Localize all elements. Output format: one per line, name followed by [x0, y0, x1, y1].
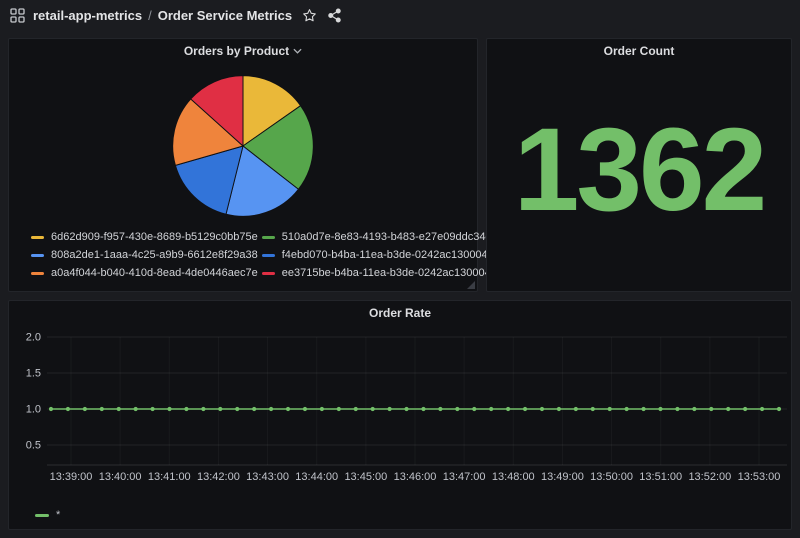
legend-color-marker: [262, 236, 275, 239]
apps-grid-icon[interactable]: [10, 8, 25, 23]
svg-text:13:45:00: 13:45:00: [344, 471, 387, 483]
legend-label: 510a0d7e-8e83-4193-b483-e27e09ddc34d: [282, 231, 492, 243]
panel-orders-by-product: Orders by Product 6d62d909-f957-430e-868…: [8, 38, 478, 292]
legend-item[interactable]: ee3715be-b4ba-11ea-b3de-0242ac130004: [262, 267, 492, 279]
top-bar: retail-app-metrics / Order Service Metri…: [0, 0, 800, 30]
legend-item[interactable]: 808a2de1-1aaa-4c25-a9b9-6612e8f29a38: [31, 249, 258, 261]
rate-chart-area: 2.0 1.5 1.0 0.5 13:39:00 13:40:00 13:41:00 13:4…: [9, 325, 791, 509]
pie-chart-area: [9, 63, 477, 229]
panel-resize-handle[interactable]: [467, 281, 475, 289]
legend-label: f4ebd070-b4ba-11ea-b3de-0242ac130004: [282, 249, 488, 261]
chevron-down-icon: [293, 48, 302, 54]
share-icon[interactable]: [327, 8, 342, 23]
pie-panel-title[interactable]: Orders by Product: [9, 39, 477, 63]
count-panel-title-text: Order Count: [604, 44, 675, 58]
rate-legend-label[interactable]: *: [56, 509, 60, 521]
svg-text:2.0: 2.0: [26, 332, 41, 344]
legend-label: ee3715be-b4ba-11ea-b3de-0242ac130004: [282, 267, 491, 279]
legend-color-marker: [31, 272, 44, 275]
legend-item[interactable]: 6d62d909-f957-430e-8689-b5129c0bb75e: [31, 231, 258, 243]
rate-legend: *: [9, 509, 791, 529]
svg-text:13:49:00: 13:49:00: [541, 471, 584, 483]
rate-panel-title[interactable]: Order Rate: [9, 301, 791, 325]
rate-panel-title-text: Order Rate: [369, 306, 431, 320]
svg-text:0.5: 0.5: [26, 440, 41, 452]
svg-text:13:48:00: 13:48:00: [492, 471, 535, 483]
legend-item[interactable]: f4ebd070-b4ba-11ea-b3de-0242ac130004: [262, 249, 492, 261]
pie-panel-title-text: Orders by Product: [184, 44, 289, 58]
svg-text:13:47:00: 13:47:00: [443, 471, 486, 483]
svg-text:13:50:00: 13:50:00: [590, 471, 633, 483]
order-count-value: 1362: [487, 63, 791, 291]
svg-text:1.5: 1.5: [26, 368, 41, 380]
svg-text:13:46:00: 13:46:00: [394, 471, 437, 483]
svg-text:13:42:00: 13:42:00: [197, 471, 240, 483]
legend-label: 6d62d909-f957-430e-8689-b5129c0bb75e: [51, 231, 258, 243]
breadcrumb-folder[interactable]: retail-app-metrics: [33, 8, 142, 23]
breadcrumb-separator: /: [148, 8, 152, 23]
breadcrumb: retail-app-metrics / Order Service Metri…: [33, 8, 292, 23]
panel-order-count: Order Count 1362: [486, 38, 792, 292]
svg-text:13:44:00: 13:44:00: [295, 471, 338, 483]
count-panel-title[interactable]: Order Count: [487, 39, 791, 63]
legend-item[interactable]: a0a4f044-b040-410d-8ead-4de0446aec7e: [31, 267, 258, 279]
pie-legend: 6d62d909-f957-430e-8689-b5129c0bb75e510a…: [9, 229, 477, 291]
svg-text:13:53:00: 13:53:00: [738, 471, 781, 483]
svg-text:13:41:00: 13:41:00: [148, 471, 191, 483]
star-icon[interactable]: [302, 8, 317, 23]
legend-color-marker: [31, 254, 44, 257]
legend-color-marker: [262, 272, 275, 275]
svg-text:13:52:00: 13:52:00: [688, 471, 731, 483]
svg-text:13:39:00: 13:39:00: [50, 471, 93, 483]
svg-text:13:51:00: 13:51:00: [639, 471, 682, 483]
panel-order-rate: Order Rate 2.0 1.5 1.0 0.5 13:39:00 13:40:00 1…: [8, 300, 792, 530]
svg-text:13:40:00: 13:40:00: [99, 471, 142, 483]
legend-label: 808a2de1-1aaa-4c25-a9b9-6612e8f29a38: [51, 249, 258, 261]
legend-label: a0a4f044-b040-410d-8ead-4de0446aec7e: [51, 267, 258, 279]
legend-color-marker: [31, 236, 44, 239]
legend-color-marker: [262, 254, 275, 257]
pie-chart[interactable]: [167, 70, 319, 222]
dashboard-grid: Orders by Product 6d62d909-f957-430e-868…: [0, 30, 800, 538]
rate-legend-marker: [35, 514, 49, 517]
dashboard-title[interactable]: Order Service Metrics: [158, 8, 292, 23]
svg-text:1.0: 1.0: [26, 404, 41, 416]
legend-item[interactable]: 510a0d7e-8e83-4193-b483-e27e09ddc34d: [262, 231, 492, 243]
svg-text:13:43:00: 13:43:00: [246, 471, 289, 483]
rate-chart[interactable]: 2.0 1.5 1.0 0.5 13:39:00 13:40:00 13:41:00 13:4…: [13, 327, 789, 487]
